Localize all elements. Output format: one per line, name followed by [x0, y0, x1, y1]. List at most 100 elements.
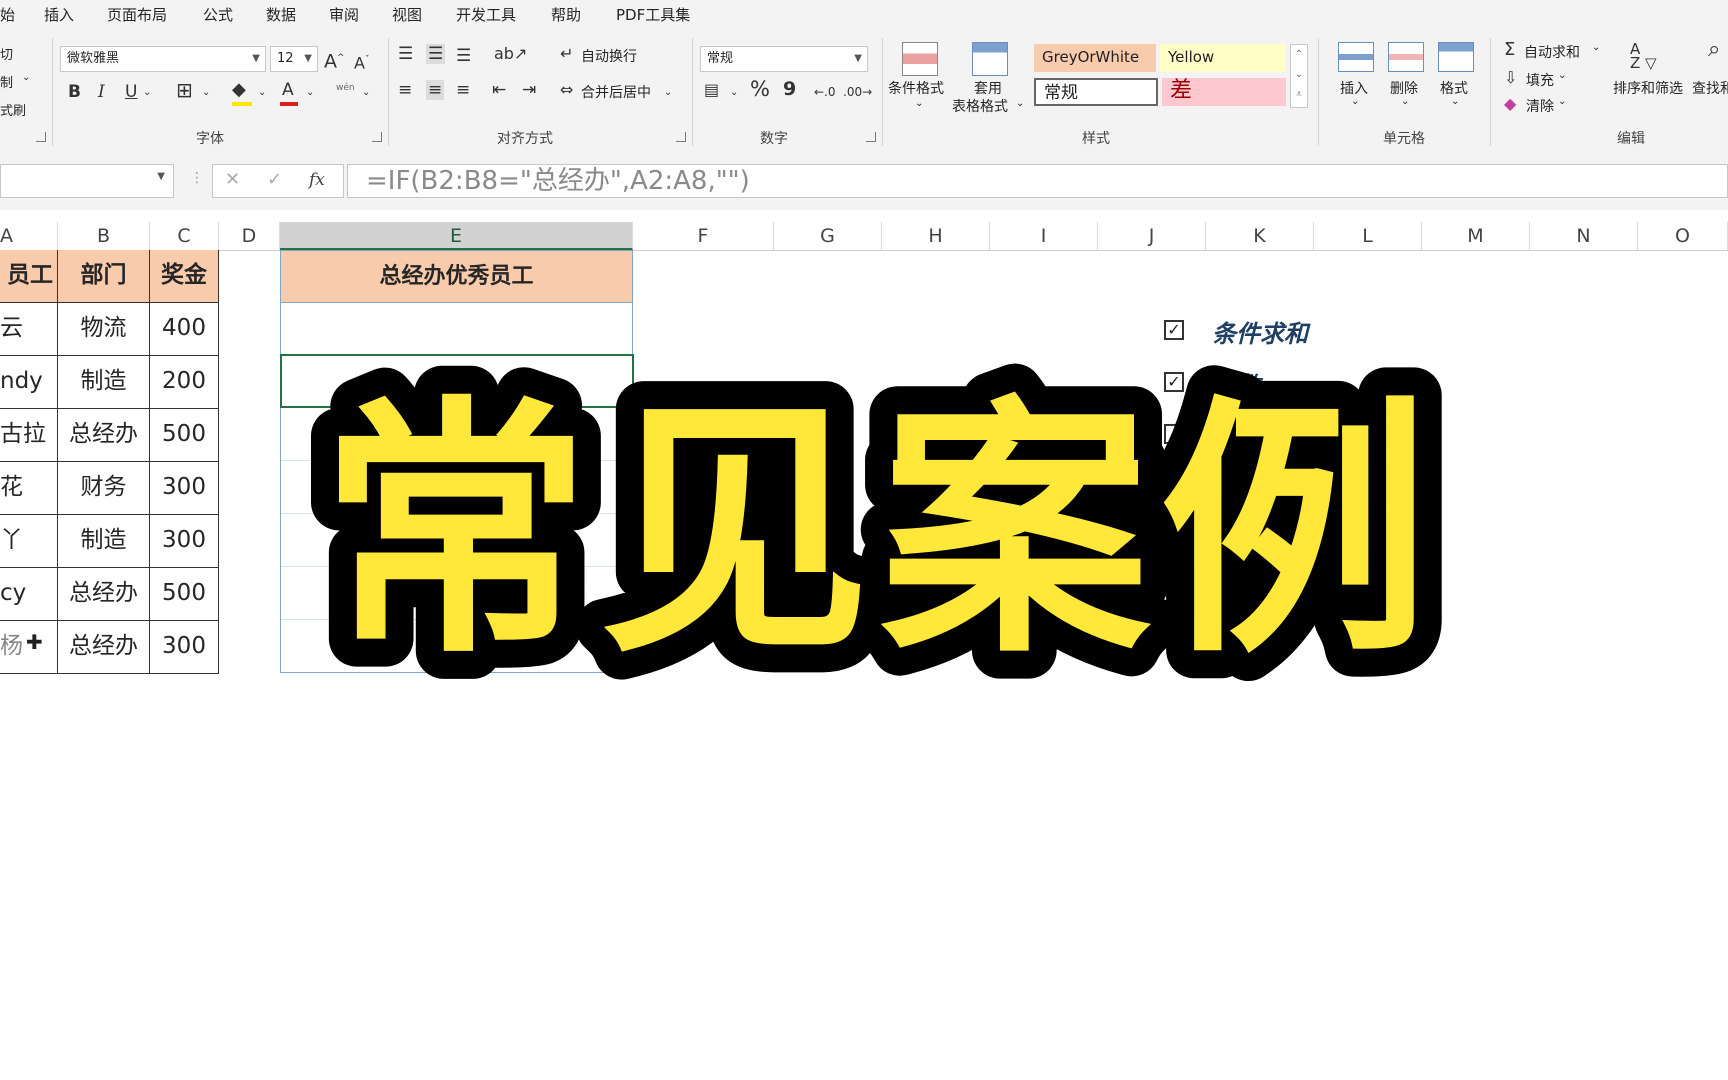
cell-employee[interactable]: 丫: [0, 515, 58, 568]
fill-button[interactable]: 填充: [1526, 70, 1554, 90]
cell-department[interactable]: 总经办: [58, 409, 150, 462]
menu-formulas[interactable]: 公式: [203, 4, 233, 25]
header-cell-department[interactable]: 部门: [58, 250, 150, 303]
phonetic-button[interactable]: wén: [336, 78, 355, 98]
cell-bonus[interactable]: 500: [150, 568, 219, 621]
cell-employee[interactable]: 古拉: [0, 409, 58, 462]
wrap-text-button[interactable]: 自动换行: [581, 46, 637, 66]
column-header-b[interactable]: B: [58, 222, 150, 250]
format-dropdown-icon[interactable]: ⌄: [1451, 96, 1459, 107]
conditional-format-button[interactable]: 条件格式: [888, 78, 944, 98]
cell-employee[interactable]: 花: [0, 462, 58, 515]
column-header-n[interactable]: N: [1530, 222, 1638, 250]
menu-page-layout[interactable]: 页面布局: [107, 4, 167, 25]
border-dropdown-icon[interactable]: ⌄: [202, 83, 210, 103]
font-launcher-icon[interactable]: [372, 132, 382, 142]
cell-department[interactable]: 财务: [58, 462, 150, 515]
percent-button[interactable]: %: [750, 79, 770, 100]
menu-insert[interactable]: 插入: [44, 4, 74, 25]
cell-bonus[interactable]: 200: [150, 356, 219, 409]
more-options-icon[interactable]: ⋮: [190, 170, 204, 186]
clipboard-launcher-icon[interactable]: [36, 132, 46, 142]
cancel-icon[interactable]: ✕: [225, 169, 240, 190]
header-cell-bonus[interactable]: 奖金: [150, 250, 219, 303]
clear-dropdown-icon[interactable]: ⌄: [1558, 96, 1566, 107]
cell-employee[interactable]: ndy: [0, 356, 58, 409]
align-right-icon[interactable]: ≡: [456, 80, 470, 100]
eraser-icon[interactable]: ◆: [1504, 94, 1516, 114]
table-format-label-2[interactable]: 表格格式: [952, 96, 1008, 116]
cell-employee[interactable]: 云: [0, 303, 58, 356]
fill-color-icon[interactable]: ◆: [232, 80, 246, 100]
accounting-format-icon[interactable]: ▤: [704, 80, 719, 100]
cell-department[interactable]: 制造: [58, 356, 150, 409]
find-select-button[interactable]: 查找和: [1692, 78, 1728, 98]
style-cell-greyorwhite[interactable]: GreyOrWhite: [1034, 44, 1156, 72]
fill-dropdown-icon[interactable]: ⌄: [1558, 70, 1566, 81]
increase-indent-icon[interactable]: ⇥: [522, 80, 536, 100]
conditional-format-dropdown-icon[interactable]: ⌄: [915, 98, 923, 109]
delete-dropdown-icon[interactable]: ⌄: [1401, 96, 1409, 107]
style-cell-bad[interactable]: 差: [1162, 78, 1286, 106]
sort-filter-button[interactable]: 排序和筛选: [1613, 78, 1683, 98]
cell-department[interactable]: 物流: [58, 303, 150, 356]
table-format-label-1[interactable]: 套用: [974, 78, 1002, 98]
insert-dropdown-icon[interactable]: ⌄: [1351, 96, 1359, 107]
align-left-icon[interactable]: ≡: [398, 80, 412, 100]
font-name-select[interactable]: 微软雅黑 ▼: [60, 46, 266, 72]
comma-style-button[interactable]: 9: [783, 79, 796, 99]
cell-department[interactable]: 制造: [58, 515, 150, 568]
border-icon[interactable]: ⊞: [176, 80, 193, 100]
format-cells-button[interactable]: 格式: [1440, 78, 1468, 98]
italic-button[interactable]: I: [98, 82, 105, 102]
cell-bonus[interactable]: 300: [150, 515, 219, 568]
insert-cells-button[interactable]: 插入: [1340, 78, 1368, 98]
column-header-e[interactable]: E: [280, 222, 633, 250]
align-center-icon[interactable]: ≡: [426, 80, 445, 100]
header-cell-employee[interactable]: 员工: [0, 250, 58, 303]
fill-down-icon[interactable]: ⇩: [1504, 68, 1517, 88]
merge-dropdown-icon[interactable]: ⌄: [664, 83, 672, 103]
autosum-button[interactable]: 自动求和: [1524, 42, 1580, 62]
cell-bonus[interactable]: 300: [150, 462, 219, 515]
column-header-a[interactable]: A: [0, 222, 58, 250]
align-bottom-icon[interactable]: ☰: [456, 46, 471, 66]
column-header-c[interactable]: C: [150, 222, 219, 250]
alignment-launcher-icon[interactable]: [676, 132, 686, 142]
orientation-icon[interactable]: ab↗: [494, 44, 527, 64]
menu-data[interactable]: 数据: [266, 4, 296, 25]
decrease-indent-icon[interactable]: ⇤: [492, 80, 506, 100]
merge-center-icon[interactable]: ⇔: [560, 80, 573, 100]
clear-button[interactable]: 清除: [1526, 96, 1554, 116]
menu-review[interactable]: 审阅: [329, 4, 359, 25]
align-middle-icon[interactable]: ☰: [426, 44, 446, 64]
underline-button[interactable]: U: [125, 82, 137, 102]
autosum-icon[interactable]: Σ: [1504, 40, 1515, 60]
cell-bonus[interactable]: 500: [150, 409, 219, 462]
format-painter-button[interactable]: 式刷: [0, 100, 26, 119]
menu-developer[interactable]: 开发工具: [456, 4, 516, 25]
table-format-icon[interactable]: [972, 42, 1008, 76]
cell-department[interactable]: 总经办: [58, 568, 150, 621]
fill-dropdown-icon[interactable]: ⌄: [258, 83, 266, 103]
menu-help[interactable]: 帮助: [551, 4, 581, 25]
menu-view[interactable]: 视图: [392, 4, 422, 25]
style-cell-yellow[interactable]: Yellow: [1160, 44, 1286, 72]
cell-department[interactable]: 总经办: [58, 621, 150, 674]
menu-home[interactable]: 始: [0, 4, 15, 25]
font-size-select[interactable]: 12 ▼: [270, 46, 318, 72]
increase-font-icon[interactable]: A^: [324, 48, 345, 71]
insert-cells-icon[interactable]: [1338, 42, 1374, 72]
font-color-button[interactable]: A: [282, 80, 294, 100]
align-top-icon[interactable]: ☰: [398, 44, 413, 64]
column-header-d[interactable]: D: [219, 222, 280, 250]
number-launcher-icon[interactable]: [866, 132, 876, 142]
number-format-select[interactable]: 常规 ▼: [700, 46, 868, 72]
font-color-dropdown-icon[interactable]: ⌄: [306, 83, 314, 103]
increase-decimal-icon[interactable]: ←.0: [814, 82, 836, 102]
cut-button[interactable]: 切: [0, 44, 13, 63]
column-header-j[interactable]: J: [1098, 222, 1206, 250]
column-header-o[interactable]: O: [1638, 222, 1728, 250]
conditional-format-icon[interactable]: [902, 42, 938, 76]
checkbox-checked-icon[interactable]: ✓: [1164, 320, 1184, 340]
